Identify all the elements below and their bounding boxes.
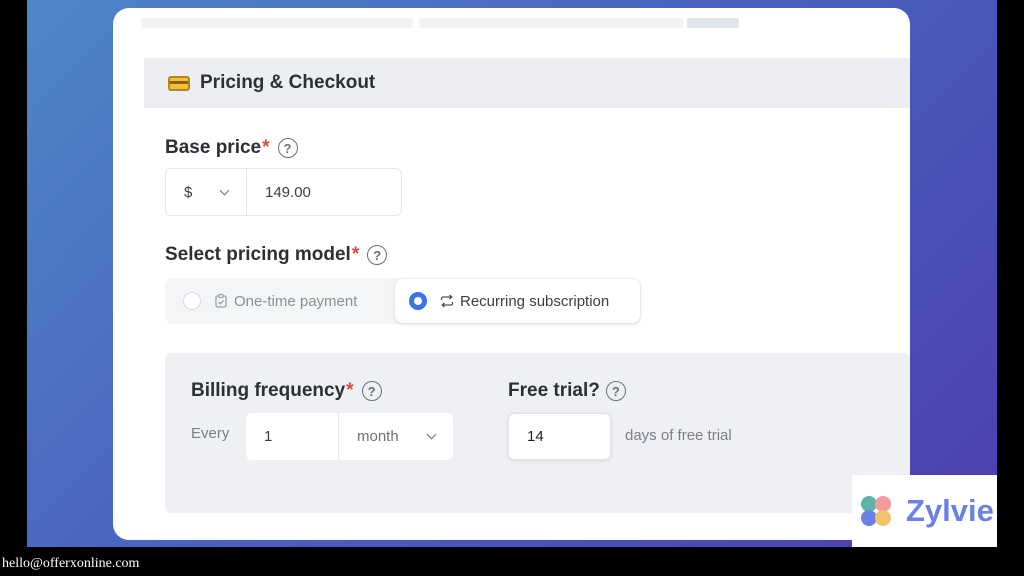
billing-unit-value: month — [357, 428, 399, 445]
billing-frequency-group: month — [246, 413, 453, 460]
billing-frequency-label: Billing frequency * ? — [191, 380, 382, 402]
repeat-icon — [439, 293, 455, 309]
base-price-group: $ — [165, 168, 402, 216]
radio-recurring[interactable] — [409, 292, 427, 310]
brand-logo: Zylvie — [852, 475, 997, 547]
billing-frequency-label-text: Billing frequency — [191, 380, 346, 401]
base-price-label: Base price * ? — [165, 137, 298, 159]
help-icon[interactable]: ? — [277, 138, 298, 158]
clipboard-check-icon — [213, 293, 229, 309]
free-trial-label: Free trial? ? — [508, 380, 626, 402]
required-mark: * — [351, 244, 360, 265]
chevron-down-icon — [219, 185, 230, 195]
base-price-label-text: Base price — [165, 137, 262, 158]
option-label: One-time payment — [234, 292, 358, 310]
free-trial-days-input[interactable] — [508, 413, 611, 460]
brand-mark-icon — [861, 496, 891, 526]
required-mark: * — [346, 380, 354, 401]
currency-select[interactable]: $ — [165, 168, 247, 216]
option-one-time-payment[interactable]: One-time payment — [183, 278, 357, 324]
top-tab-segment — [687, 18, 739, 28]
footer-email: hello@offerxonline.com — [2, 556, 140, 571]
pricing-model-label-text: Select pricing model — [165, 244, 351, 265]
chevron-down-icon — [426, 429, 437, 440]
help-icon[interactable]: ? — [361, 381, 382, 401]
billing-panel: Billing frequency* ? Every month Free tr… — [165, 353, 910, 513]
billing-unit-select[interactable]: month — [339, 413, 453, 460]
free-trial-label-text: Free trial? — [508, 380, 600, 401]
required-mark: * — [262, 137, 270, 158]
currency-value: $ — [184, 183, 193, 201]
top-tab-segment — [419, 18, 683, 28]
settings-card: Pricing & Checkout Base price* ? $ Selec… — [113, 8, 910, 540]
pricing-model-label: Select pricing model * ? — [165, 244, 388, 266]
section-header: Pricing & Checkout — [144, 58, 910, 108]
credit-card-icon — [168, 75, 190, 91]
help-icon[interactable]: ? — [605, 381, 626, 401]
radio-one-time[interactable] — [183, 292, 201, 310]
every-prefix: Every — [191, 425, 230, 442]
base-price-input[interactable] — [247, 168, 402, 216]
option-label: Recurring subscription — [460, 292, 610, 310]
billing-interval-input[interactable] — [246, 413, 339, 460]
brand-name: Zylvie — [906, 493, 994, 528]
free-trial-suffix: days of free trial — [625, 427, 732, 444]
pricing-model-toggle: One-time payment Recurring subscription — [165, 278, 641, 324]
top-tab-segment — [141, 18, 413, 28]
help-icon[interactable]: ? — [367, 245, 388, 265]
option-recurring-subscription[interactable]: Recurring subscription — [395, 279, 640, 323]
section-title: Pricing & Checkout — [200, 72, 376, 93]
top-tab-strip — [141, 8, 741, 30]
